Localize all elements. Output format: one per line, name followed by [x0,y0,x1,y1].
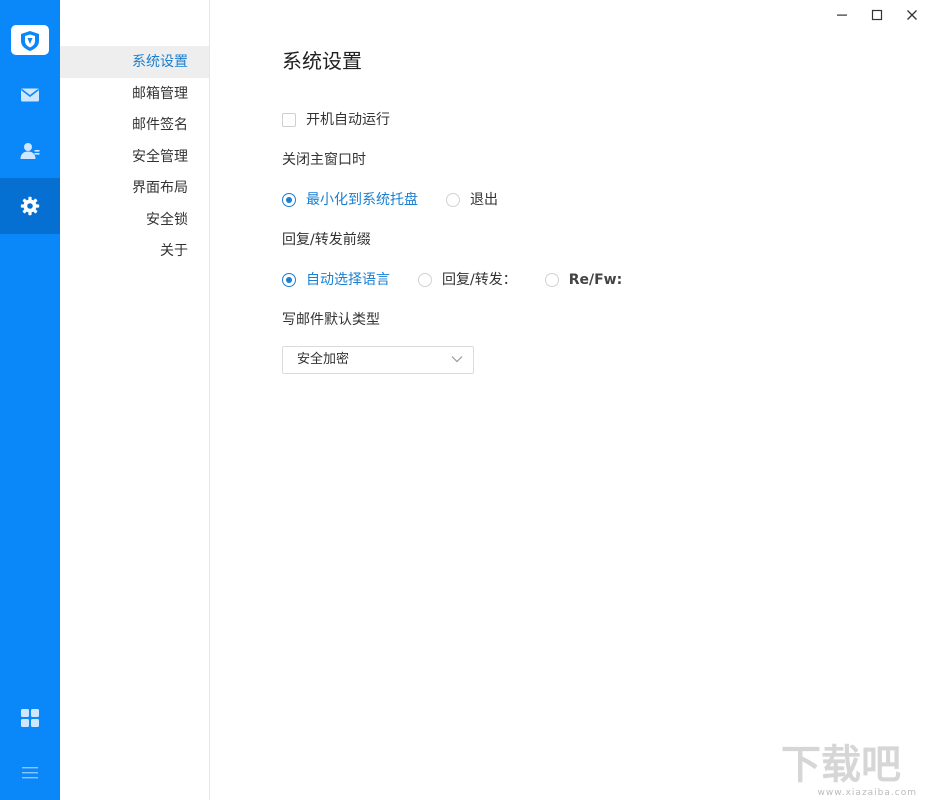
radio-auto-language-label: 自动选择语言 [306,272,390,288]
radio-auto-language-dot[interactable] [282,273,296,287]
close-icon [907,10,917,20]
nav-item-mailbox-management[interactable]: 邮箱管理 [60,78,209,110]
radio-exit-dot[interactable] [446,193,460,207]
mail-icon [21,88,39,102]
rail-apps-button[interactable] [0,690,60,746]
watermark: 下载吧 [781,740,921,788]
chevron-down-icon [451,356,463,363]
watermark-text: 下载吧 [781,742,901,788]
rail-contacts-button[interactable] [0,123,60,179]
nav-item-security-lock[interactable]: 安全锁 [60,204,209,236]
reply-prefix-label: 回复/转发前缀 [282,232,371,248]
minimize-button[interactable] [825,0,859,30]
radio-exit[interactable]: 退出 [446,190,498,210]
app-logo-icon [11,25,49,55]
watermark-logo-icon: 下载吧 [781,742,901,788]
radio-re-fw-dot[interactable] [544,273,559,287]
apps-grid-icon [21,709,39,727]
nav-item-mail-signature[interactable]: 邮件签名 [60,109,209,141]
radio-re-fw-label: Re/Fw: [568,272,623,288]
radio-chinese-prefix-label: 回复/转发： [442,272,517,288]
app-rail [0,0,60,800]
settings-gear-icon [20,196,40,216]
radio-re-fw[interactable]: Re/Fw: [544,270,623,290]
autostart-row[interactable]: 开机自动运行 [282,110,390,130]
nav-item-system-settings[interactable]: 系统设置 [60,46,209,78]
page-title: 系统设置 [282,49,362,73]
radio-minimize-to-tray[interactable]: 最小化到系统托盘 [282,190,418,210]
menu-icon [22,767,38,779]
nav-item-layout[interactable]: 界面布局 [60,172,209,204]
radio-auto-language[interactable]: 自动选择语言 [282,270,390,290]
radio-chinese-prefix-dot[interactable] [418,273,432,287]
autostart-label: 开机自动运行 [306,112,390,128]
watermark-url: www.xiazaiba.com [817,788,917,798]
radio-minimize-to-tray-label: 最小化到系统托盘 [306,192,418,208]
close-button[interactable] [895,0,929,30]
close-main-options: 最小化到系统托盘 退出 [282,190,526,210]
reply-prefix-options: 自动选择语言 回复/转发： Re/Fw: [282,270,650,290]
autostart-checkbox[interactable] [282,113,296,127]
radio-exit-label: 退出 [470,192,498,208]
radio-chinese-prefix[interactable]: 回复/转发： [418,270,517,290]
rail-settings-button[interactable] [0,178,60,234]
maximize-button[interactable] [860,0,894,30]
rail-mail-button[interactable] [0,67,60,123]
default-type-value: 安全加密 [297,352,350,367]
close-main-label: 关闭主窗口时 [282,152,366,168]
radio-minimize-to-tray-dot[interactable] [282,193,296,207]
nav-item-about[interactable]: 关于 [60,235,209,267]
default-type-label: 写邮件默认类型 [282,312,380,328]
nav-item-security-management[interactable]: 安全管理 [60,141,209,173]
rail-menu-button[interactable] [0,745,60,800]
default-type-select[interactable]: 安全加密 [282,346,474,374]
settings-nav: 系统设置 邮箱管理 邮件签名 安全管理 界面布局 安全锁 关于 [60,0,210,800]
minimize-icon [837,14,847,16]
contacts-icon [20,143,40,159]
maximize-icon [871,9,883,21]
